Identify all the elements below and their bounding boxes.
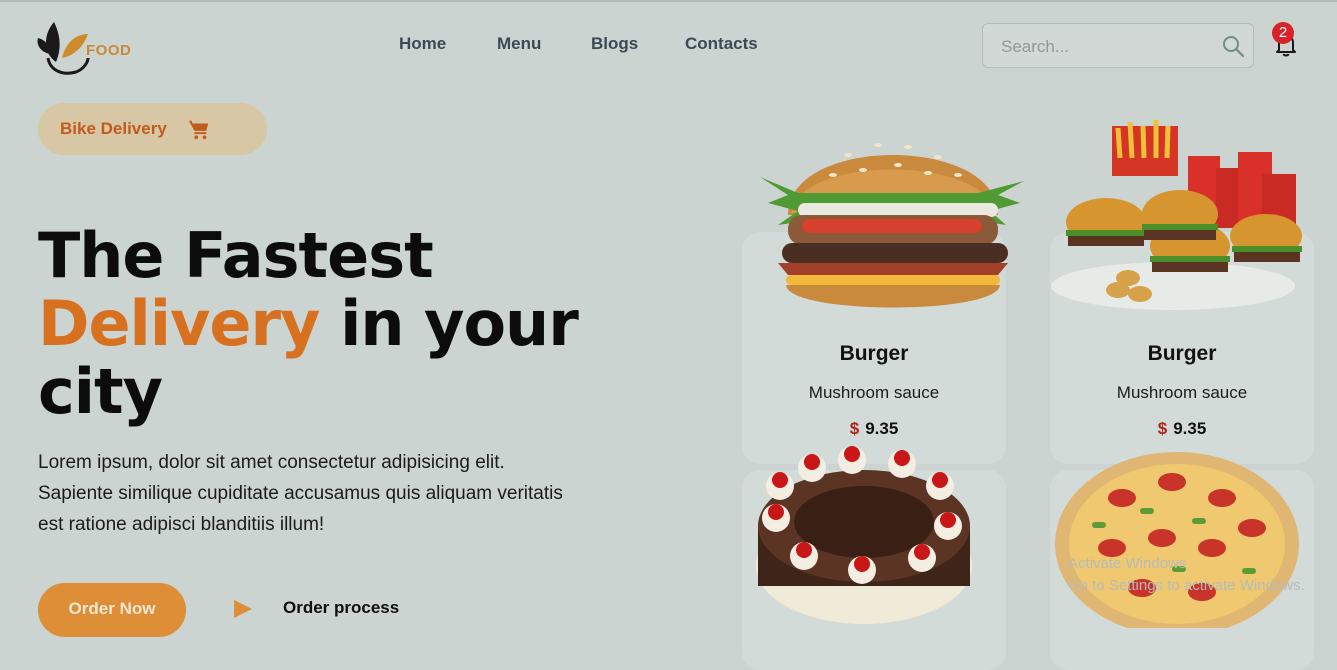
hero-description: Lorem ipsum, dolor sit amet consectetur … <box>38 452 563 535</box>
cart-icon <box>188 120 209 140</box>
nav-home[interactable]: Home <box>399 34 446 54</box>
card-name: Burger <box>839 342 909 365</box>
currency-symbol: $ <box>849 419 860 438</box>
notification-button[interactable]: 2 <box>1272 22 1302 58</box>
activation-watermark: Activate Windows Go to Settings to activ… <box>1068 553 1305 597</box>
cake-image <box>756 446 972 624</box>
brand-logo[interactable]: FOOD <box>36 14 146 78</box>
search-input[interactable] <box>999 34 1213 60</box>
order-process-link[interactable]: Order process <box>283 598 399 618</box>
nav-menu[interactable]: Menu <box>497 34 541 54</box>
hero-accent-word: Delivery <box>38 287 320 360</box>
burger-combo-image <box>1051 120 1302 310</box>
watermark-subtitle: Go to Settings to activate Windows. <box>1068 577 1305 594</box>
hero-headline: The Fastest Delivery in your city <box>38 219 579 428</box>
burger-image <box>760 143 1024 308</box>
hero-line-2: in your <box>319 287 579 360</box>
card-description: Mushroom sauce <box>808 383 940 402</box>
card-description: Mushroom sauce <box>1116 383 1248 402</box>
top-border <box>0 0 1337 2</box>
order-now-label: Order Now <box>68 599 156 618</box>
logo-text: FOOD <box>86 42 132 59</box>
hero-line-1: The Fastest <box>38 219 434 292</box>
currency-symbol: $ <box>1157 419 1168 438</box>
price-value: 9.35 <box>1173 419 1207 438</box>
bike-delivery-label: Bike Delivery <box>60 119 167 138</box>
nav-blogs[interactable]: Blogs <box>591 34 638 54</box>
notification-badge: 2 <box>1272 22 1294 44</box>
card-price: $9.35 <box>742 419 1006 439</box>
play-icon[interactable] <box>232 599 254 619</box>
card-name: Burger <box>1147 342 1217 365</box>
search-icon[interactable] <box>1221 34 1245 58</box>
nav-contacts[interactable]: Contacts <box>685 34 758 54</box>
bike-delivery-pill[interactable]: Bike Delivery <box>38 103 267 155</box>
card-price: $9.35 <box>1050 419 1314 439</box>
price-value: 9.35 <box>865 419 899 438</box>
order-now-button[interactable]: Order Now <box>38 583 186 637</box>
search-box <box>982 23 1254 68</box>
watermark-title: Activate Windows <box>1068 555 1187 572</box>
pizza-image <box>1055 452 1299 628</box>
hero-line-3: city <box>38 355 163 428</box>
